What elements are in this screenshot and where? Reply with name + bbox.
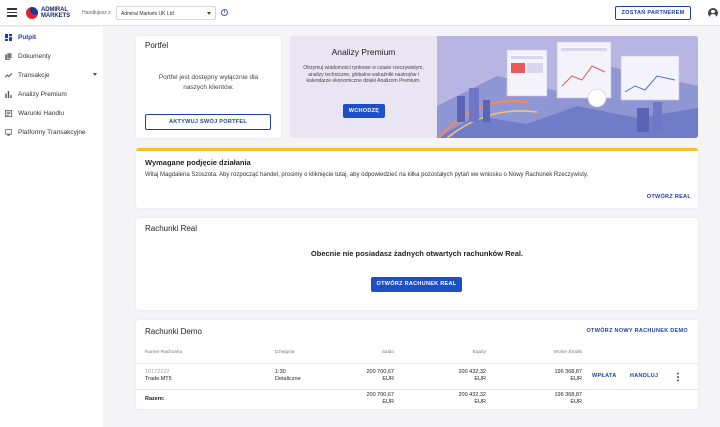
entity-select-value: Admiral Markets UK Ltd [121, 11, 174, 17]
sidebar-item-transactions[interactable]: Transakcje [0, 66, 103, 84]
entity-select[interactable]: Admiral Markets UK Ltd [116, 6, 216, 20]
sidebar-item-label: Warunki Handlu [18, 109, 65, 117]
sidebar-item-label: Pulpit [18, 33, 37, 41]
total-equity-value: 200 432,32 [458, 392, 486, 398]
sidebar-item-premium-analytics[interactable]: Analizy Premium [0, 85, 103, 103]
column-header-account-number: Numer Rachunku [145, 350, 183, 355]
trading-with-label: Handlujesz z [82, 10, 111, 16]
account-icon[interactable] [708, 8, 718, 18]
leverage-type: Detaliczne [275, 376, 301, 382]
action-required-card: Wymagane podjęcie działania Witaj Magdal… [136, 148, 698, 208]
premium-text: Otrzymuj wiadomości rynkowe w czasie rze… [303, 65, 424, 84]
open-new-demo-link[interactable]: OTWÓRZ NOWY RACHUNEK DEMO [586, 328, 688, 334]
more-options-icon[interactable] [676, 372, 680, 382]
premium-panel: Analizy Premium Otrzymuj wiadomości rynk… [290, 36, 437, 138]
real-accounts-card: Rachunki Real Obecnie nie posiadasz żadn… [136, 218, 698, 310]
demo-accounts-card: Rachunki Demo OTWÓRZ NOWY RACHUNEK DEMO … [136, 320, 698, 409]
open-real-link[interactable]: OTWÓRZ REAL [647, 194, 691, 200]
info-icon[interactable]: i [221, 9, 228, 16]
menu-icon[interactable] [7, 8, 17, 17]
conditions-icon [5, 109, 12, 117]
premium-analytics-banner: Analizy Premium Otrzymuj wiadomości rynk… [290, 36, 698, 138]
sidebar-item-documents[interactable]: Dokumenty [0, 47, 103, 65]
sidebar-item-trading-conditions[interactable]: Warunki Handlu [0, 104, 103, 122]
sidebar-item-label: Transakcje [18, 71, 50, 79]
column-header-equity: Equity [472, 350, 486, 355]
dashboard-icon [5, 33, 12, 41]
account-number: 10172222 [145, 369, 170, 375]
account-platform: Trade.MT5 [145, 376, 172, 382]
chevron-down-icon [93, 73, 97, 76]
chevron-down-icon [207, 12, 211, 15]
leverage-value: 1:30 [275, 369, 286, 375]
top-bar: ADMIRAL MARKETS Handlujesz z Admiral Mar… [0, 0, 720, 26]
balance-currency: EUR [382, 376, 394, 382]
sidebar-item-trading-platforms[interactable]: Platformy Transakcyjne [0, 123, 103, 141]
premium-title: Analizy Premium [331, 47, 396, 57]
table-divider [136, 389, 698, 390]
sidebar-item-label: Analizy Premium [18, 90, 67, 98]
transactions-icon [5, 72, 12, 78]
documents-icon [5, 52, 12, 60]
equity-currency: EUR [474, 376, 486, 382]
action-required-title: Wymagane podjęcie działania [145, 158, 251, 167]
logo-ball-icon [26, 7, 38, 19]
no-real-accounts-message: Obecnie nie posiadasz żadnych otwartych … [310, 249, 524, 258]
total-free-margin-currency: EUR [570, 399, 582, 405]
portfolio-text: Portfel jest dostępny wyłącznie dla nasz… [158, 74, 259, 91]
demo-accounts-title: Rachunki Demo [145, 327, 202, 336]
total-balance-value: 200 700,67 [366, 392, 394, 398]
column-header-free-margin: Wolne Środki [553, 350, 582, 355]
activate-portfolio-button[interactable]: AKTYWUJ SWÓJ PORTFEL [145, 114, 271, 130]
total-balance-currency: EUR [382, 399, 394, 405]
free-margin-value: 196 368,87 [554, 369, 582, 375]
real-accounts-title: Rachunki Real [145, 224, 198, 233]
portfolio-card: Portfel Portfel jest dostępny wyłącznie … [136, 36, 281, 138]
platforms-icon [5, 128, 12, 136]
become-partner-button[interactable]: ZOSTAŃ PARTNEREM [615, 6, 691, 20]
enter-premium-button[interactable]: WCHODZĘ [343, 104, 385, 118]
deposit-button[interactable]: WPŁATA [592, 373, 617, 379]
total-label: Razem: [145, 396, 165, 402]
action-required-text[interactable]: Witaj Magdalena Szoszota. Aby rozpocząć … [145, 172, 690, 178]
table-divider [136, 363, 698, 364]
admiral-markets-logo[interactable]: ADMIRAL MARKETS [26, 5, 70, 21]
sidebar-item-dashboard[interactable]: Pulpit [0, 28, 103, 46]
bar-chart-icon [5, 90, 12, 98]
column-header-balance: Saldo [381, 350, 394, 355]
free-margin-currency: EUR [570, 376, 582, 382]
sidebar-item-label: Dokumenty [18, 52, 51, 60]
sidebar-item-label: Platformy Transakcyjne [18, 128, 86, 136]
city-illustration [437, 36, 698, 138]
balance-value: 200 700,67 [366, 369, 394, 375]
equity-value: 200 432,32 [458, 369, 486, 375]
open-real-account-button[interactable]: OTWÓRZ RACHUNEK REAL [371, 277, 462, 292]
trade-button[interactable]: HANDLUJ [630, 373, 658, 379]
column-header-leverage: Dźwignia [275, 350, 295, 355]
total-equity-currency: EUR [474, 399, 486, 405]
sidebar: Pulpit Dokumenty Transakcje Analizy Prem… [0, 27, 103, 427]
logo-line-2: MARKETS [41, 13, 70, 19]
portfolio-title: Portfel [145, 41, 169, 50]
total-free-margin-value: 196 368,87 [554, 392, 582, 398]
